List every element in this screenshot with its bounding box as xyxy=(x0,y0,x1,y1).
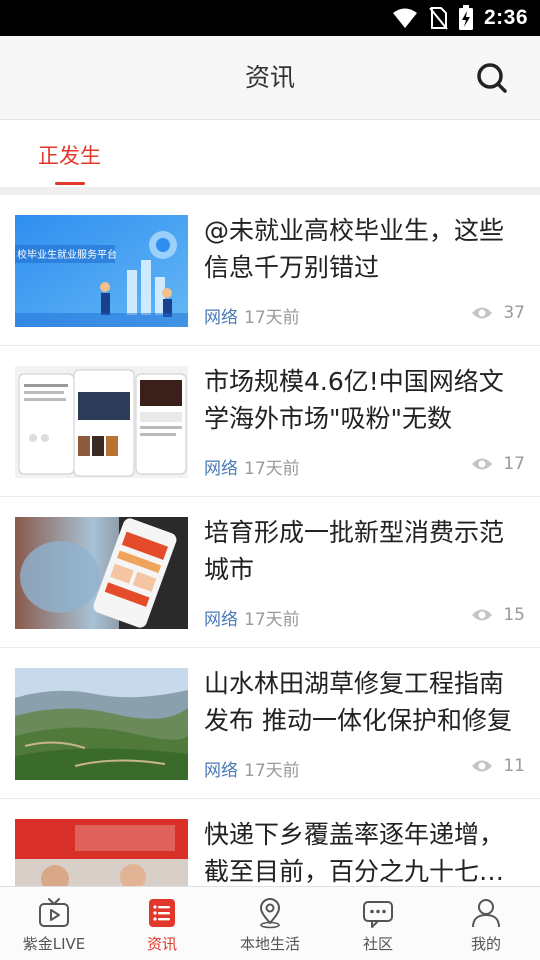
view-count: 11 xyxy=(471,756,525,776)
tv-play-icon xyxy=(39,898,69,927)
no-sim-icon xyxy=(429,7,448,30)
news-title: @未就业高校毕业生，这些信息千万别错过 xyxy=(204,216,505,282)
news-time: 17天前 xyxy=(244,610,300,630)
view-count-value: 17 xyxy=(503,454,525,474)
news-thumbnail xyxy=(15,819,188,886)
search-button[interactable] xyxy=(474,60,510,96)
news-title: 山水林田湖草修复工程指南发布 推动一体化保护和修复 xyxy=(204,669,512,735)
nav-item-community[interactable]: 社区 xyxy=(324,887,432,960)
nav-label: 紫金LIVE xyxy=(22,935,86,953)
search-icon xyxy=(477,63,507,93)
status-icons: 2:36 xyxy=(392,0,528,36)
news-title: 快递下乡覆盖率逐年递增，截至目前，百分之九十七… xyxy=(204,820,505,886)
news-title: 市场规模4.6亿!中国网络文学海外市场"吸粉"无数 xyxy=(204,367,504,433)
eye-icon xyxy=(472,307,493,319)
news-meta: 网络 17天前 xyxy=(204,454,300,479)
news-thumbnail xyxy=(15,366,188,478)
news-source: 网络 xyxy=(204,610,238,630)
view-count-value: 37 xyxy=(503,303,525,323)
news-item[interactable]: 培育形成一批新型消费示范城市 网络 17天前 15 xyxy=(0,497,540,648)
eye-icon xyxy=(472,458,493,470)
nav-item-me[interactable]: 我的 xyxy=(432,887,540,960)
user-icon xyxy=(472,899,500,928)
tab-zhengfasheng[interactable]: 正发生 xyxy=(38,140,101,170)
news-item[interactable]: 山水林田湖草修复工程指南发布 推动一体化保护和修复 网络 17天前 11 xyxy=(0,648,540,799)
status-time: 2:36 xyxy=(483,6,528,29)
nav-label: 社区 xyxy=(362,935,393,953)
status-bar: 2:36 xyxy=(0,0,540,36)
news-time: 17天前 xyxy=(244,459,300,479)
news-list: 校毕业生就业服务平台 @未就业高校毕业生，这些信息千万别错过 网络 17天前 3… xyxy=(0,195,540,886)
news-time: 17天前 xyxy=(244,308,300,328)
nav-label: 资讯 xyxy=(146,935,177,953)
news-item[interactable]: 快递下乡覆盖率逐年递增，截至目前，百分之九十七… xyxy=(0,799,540,886)
news-meta: 网络 17天前 xyxy=(204,605,300,630)
news-meta: 网络 17天前 xyxy=(204,756,300,781)
nav-item-zijin-live[interactable]: 紫金LIVE xyxy=(0,887,108,960)
nav-label: 本地生活 xyxy=(239,935,300,953)
section-divider xyxy=(0,187,540,195)
news-source: 网络 xyxy=(204,308,238,328)
chat-bubble-icon xyxy=(363,901,393,928)
nav-item-local-life[interactable]: 本地生活 xyxy=(216,887,324,960)
news-time: 17天前 xyxy=(244,761,300,781)
eye-icon xyxy=(472,760,493,772)
news-title: 培育形成一批新型消费示范城市 xyxy=(204,518,505,584)
location-pin-icon xyxy=(259,898,281,929)
active-tab-indicator xyxy=(55,182,85,185)
news-list-icon xyxy=(149,899,175,927)
news-thumbnail xyxy=(15,517,188,629)
news-thumbnail: 校毕业生就业服务平台 xyxy=(15,215,188,327)
view-count-value: 11 xyxy=(503,756,525,776)
battery-charging-icon xyxy=(458,5,473,30)
app-header: 资讯 xyxy=(0,36,540,120)
view-count-value: 15 xyxy=(503,605,525,625)
news-item[interactable]: 校毕业生就业服务平台 @未就业高校毕业生，这些信息千万别错过 网络 17天前 3… xyxy=(0,195,540,346)
nav-item-news[interactable]: 资讯 xyxy=(108,887,216,960)
news-thumbnail xyxy=(15,668,188,780)
thumbnail-caption: 校毕业生就业服务平台 xyxy=(17,248,117,261)
news-source: 网络 xyxy=(204,459,238,479)
view-count: 15 xyxy=(471,605,525,625)
wifi-icon xyxy=(392,8,417,28)
eye-icon xyxy=(472,609,493,621)
view-count: 17 xyxy=(471,454,525,474)
category-tab-bar: 正发生 xyxy=(0,120,540,187)
bottom-navigation: 紫金LIVE 资讯 本地生活 社区 我的 xyxy=(0,886,540,960)
news-source: 网络 xyxy=(204,761,238,781)
news-item[interactable]: 市场规模4.6亿!中国网络文学海外市场"吸粉"无数 网络 17天前 17 xyxy=(0,346,540,497)
news-meta: 网络 17天前 xyxy=(204,303,300,328)
page-title: 资讯 xyxy=(244,63,295,92)
view-count: 37 xyxy=(471,303,525,323)
nav-label: 我的 xyxy=(470,935,501,953)
